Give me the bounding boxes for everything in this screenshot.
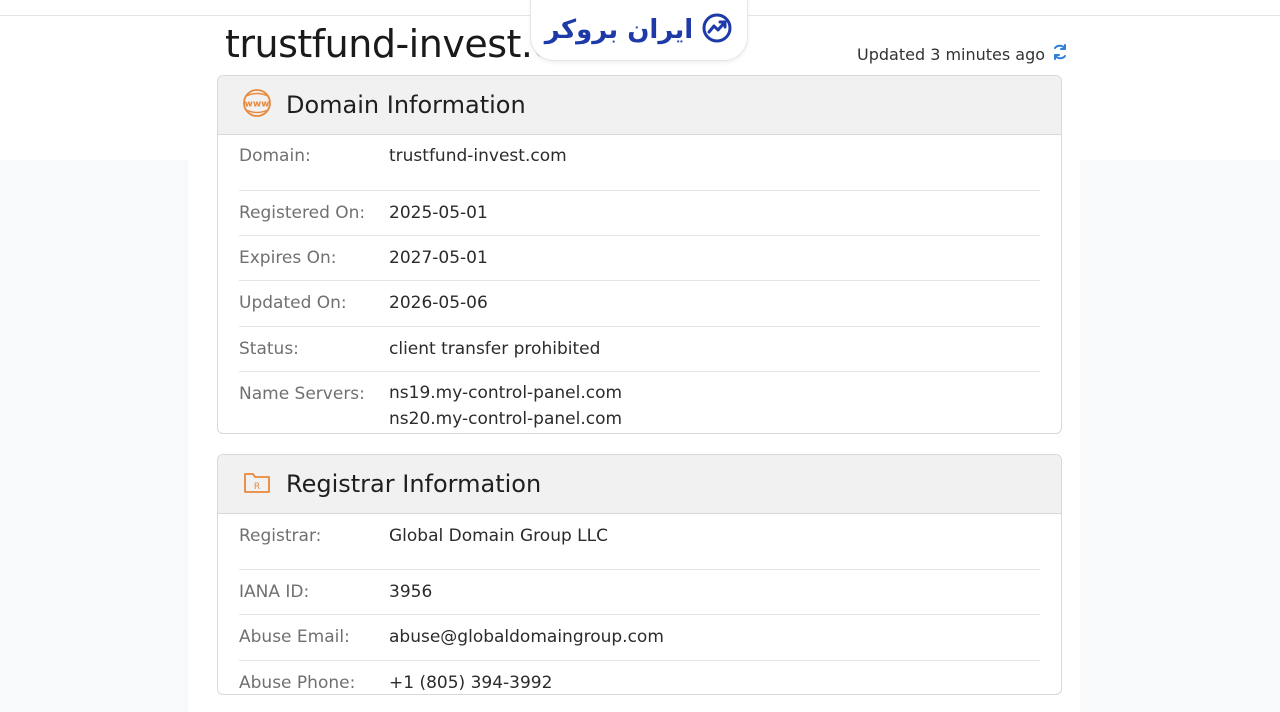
www-icon: www xyxy=(240,88,274,123)
row-value: trustfund-invest.com xyxy=(389,146,567,166)
brand-logo-text: ایران بروکر xyxy=(544,15,694,45)
name-server-2: ns20.my-control-panel.com xyxy=(389,409,623,429)
name-server-1: ns19.my-control-panel.com xyxy=(389,383,623,403)
row-value: 2025-05-01 xyxy=(389,203,488,223)
info-row-registered-on: Registered On: 2025-05-01 xyxy=(239,191,1040,236)
info-row-abuse-phone: Abuse Phone: +1 (805) 394-3992 xyxy=(239,661,1040,694)
left-background xyxy=(0,160,188,712)
registrar-information-header: R Registrar Information xyxy=(218,455,1061,514)
domain-information-header: www Domain Information xyxy=(218,76,1061,135)
row-label: Abuse Email: xyxy=(239,627,350,647)
brand-logo-tab[interactable]: ایران بروکر xyxy=(530,0,748,61)
info-row-domain: Domain: trustfund-invest.com xyxy=(239,146,1040,191)
info-row-registrar: Registrar: Global Domain Group LLC xyxy=(239,526,1040,570)
svg-text:R: R xyxy=(254,482,260,492)
registrar-information-title: Registrar Information xyxy=(286,470,542,498)
info-row-abuse-email: Abuse Email: abuse@globaldomaingroup.com xyxy=(239,615,1040,661)
row-value: 2027-05-01 xyxy=(389,248,488,268)
info-row-updated-on: Updated On: 2026-05-06 xyxy=(239,281,1040,327)
refresh-icon[interactable] xyxy=(1051,43,1069,65)
row-label: Registrar: xyxy=(239,526,322,546)
row-label: Status: xyxy=(239,339,299,359)
domain-information-card: www Domain Information Domain: trustfund… xyxy=(217,75,1062,434)
info-row-status: Status: client transfer prohibited xyxy=(239,327,1040,372)
last-updated-text: Updated 3 minutes ago xyxy=(857,44,1046,64)
row-value: ns19.my-control-panel.com ns20.my-contro… xyxy=(389,380,623,433)
abuse-phone-link[interactable]: +1 (805) 394-3992 xyxy=(389,673,552,694)
info-row-expires-on: Expires On: 2027-05-01 xyxy=(239,236,1040,281)
row-value: Global Domain Group LLC xyxy=(389,526,608,546)
row-label: Updated On: xyxy=(239,293,347,313)
info-row-iana-id: IANA ID: 3956 xyxy=(239,570,1040,615)
row-value: 3956 xyxy=(389,582,433,602)
trend-chart-icon xyxy=(701,12,733,49)
registrar-folder-icon: R xyxy=(240,468,274,501)
domain-information-title: Domain Information xyxy=(286,91,526,119)
abuse-email-link[interactable]: abuse@globaldomaingroup.com xyxy=(389,627,664,660)
row-label: Domain: xyxy=(239,146,311,166)
row-label: Registered On: xyxy=(239,203,366,223)
svg-text:www: www xyxy=(245,99,270,109)
row-value: client transfer prohibited xyxy=(389,339,601,359)
row-label: Expires On: xyxy=(239,248,337,268)
row-value: 2026-05-06 xyxy=(389,293,488,313)
row-label: Abuse Phone: xyxy=(239,673,356,693)
row-label: IANA ID: xyxy=(239,582,310,602)
info-row-name-servers: Name Servers: ns19.my-control-panel.com … xyxy=(239,372,1040,433)
registrar-information-card: R Registrar Information Registrar: Globa… xyxy=(217,454,1062,695)
last-updated: Updated 3 minutes ago xyxy=(857,43,1069,65)
right-background xyxy=(1080,160,1280,712)
row-label: Name Servers: xyxy=(239,384,365,404)
